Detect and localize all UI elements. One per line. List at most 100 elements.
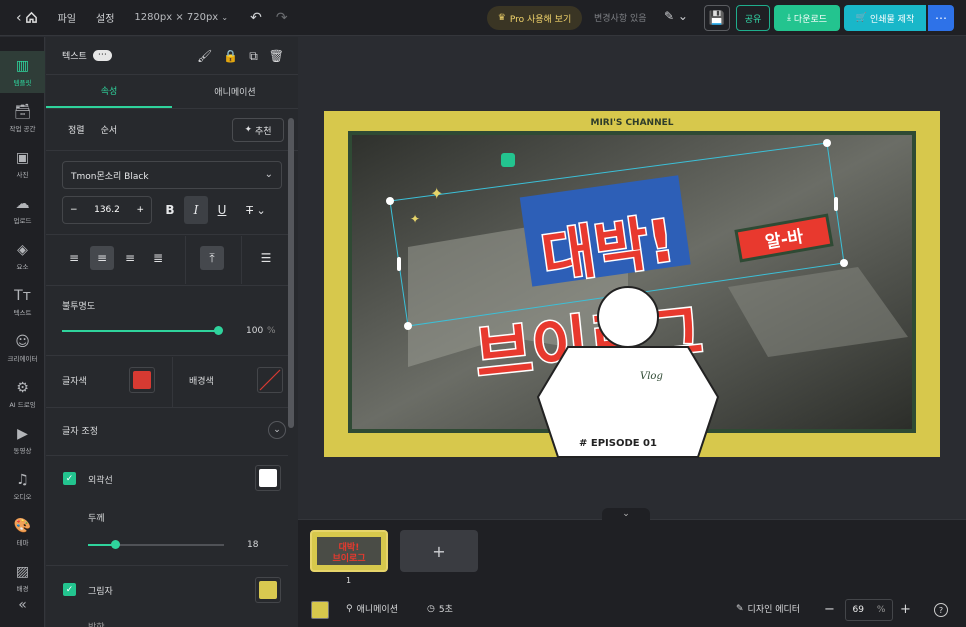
clock-icon: ◷	[427, 603, 435, 614]
collapse-pages-icon[interactable]: ⌄	[602, 508, 650, 520]
text-color-swatch[interactable]	[129, 367, 155, 393]
pen-dropdown-icon[interactable]: ✎ ⌄	[664, 9, 688, 23]
trash-icon[interactable]: 🗑	[269, 49, 284, 64]
nav-upload[interactable]: ☁ 업로드	[0, 189, 45, 231]
list-icon[interactable]: ☰	[254, 246, 278, 270]
canvas-size-dropdown[interactable]: 1280px × 720px ⌄	[134, 12, 228, 23]
more-options-icon[interactable]: ⋯	[92, 50, 112, 61]
character-head	[597, 286, 659, 348]
opacity-value: 100	[246, 326, 264, 336]
selection-handle[interactable]	[397, 257, 401, 271]
tab-animation[interactable]: 애니메이션	[172, 75, 298, 108]
text-adjust-label: 글자 조정	[62, 427, 98, 437]
cart-icon: 🛒	[855, 13, 867, 23]
menu-file[interactable]: 파일	[58, 10, 76, 25]
selection-handle[interactable]	[840, 259, 848, 267]
plus-icon[interactable]: +	[136, 205, 144, 215]
sparkle-icon: ✦	[430, 184, 443, 203]
vertical-align-top-icon[interactable]: ⤒	[200, 246, 224, 270]
nav-audio[interactable]: ♫ 오디오	[0, 465, 45, 507]
menu-settings[interactable]: 설정	[96, 10, 114, 25]
nav-theme[interactable]: 🎨 테마	[0, 511, 45, 553]
download-button[interactable]: ⤓ 다운로드	[774, 5, 840, 31]
help-icon[interactable]: ?	[934, 603, 948, 617]
font-family-select[interactable]: Tmon몬소리 Black ⌄	[62, 161, 282, 189]
print-order-button[interactable]: 🛒 인쇄물 제작	[844, 5, 926, 31]
creator-icon: ☺	[15, 333, 30, 350]
pro-label: Pro 사용해 보기	[509, 14, 572, 25]
minus-icon[interactable]: −	[70, 205, 78, 215]
save-icon[interactable]: 💾	[704, 5, 730, 31]
tab-properties[interactable]: 속성	[46, 75, 172, 108]
bold-button[interactable]: B	[158, 196, 182, 224]
elements-icon: ◈	[17, 241, 28, 258]
shadow-color-swatch[interactable]	[255, 577, 281, 603]
italic-button[interactable]: I	[184, 196, 208, 224]
outline-color-swatch[interactable]	[255, 465, 281, 491]
paint-format-icon[interactable]: 🖌	[197, 49, 212, 64]
sub-tab-align[interactable]: 정렬	[68, 123, 85, 136]
pen-icon: ✎	[736, 603, 744, 614]
nav-text[interactable]: Tт 텍스트	[0, 281, 45, 323]
nav-template[interactable]: ▥ 템플릿	[0, 51, 45, 93]
strikethrough-dropdown[interactable]: T ⌄	[238, 196, 274, 224]
shadow-checkbox[interactable]: ✓	[63, 583, 76, 596]
share-button[interactable]: 공유	[736, 5, 770, 31]
panel-scrollbar[interactable]	[288, 118, 294, 428]
outline-checkbox[interactable]: ✓	[63, 472, 76, 485]
lock-icon[interactable]: 🔒	[223, 49, 238, 64]
nav-label: AI 드로잉	[9, 400, 36, 409]
nav-photo[interactable]: ▣ 사진	[0, 143, 45, 185]
undo-icon[interactable]: ↶	[250, 10, 262, 26]
opacity-slider-handle[interactable]	[214, 326, 223, 335]
selection-handle[interactable]	[404, 322, 412, 330]
zoom-out-icon[interactable]: −	[824, 602, 835, 617]
zoom-in-icon[interactable]: +	[900, 602, 911, 617]
align-justify-icon[interactable]: ≣	[146, 246, 170, 270]
recommend-button[interactable]: ✦ 추천	[232, 118, 284, 142]
thickness-slider-track[interactable]	[114, 544, 224, 546]
panel-header: 텍스트 ⋯ 🖌 🔒 ⧉ 🗑	[46, 37, 298, 75]
selection-handle[interactable]	[386, 197, 394, 205]
underline-button[interactable]: U	[210, 196, 234, 224]
redo-icon[interactable]: ↷	[276, 10, 288, 26]
bg-color-swatch-none[interactable]	[257, 367, 283, 393]
zoom-value[interactable]: 69	[852, 605, 863, 615]
nav-creator[interactable]: ☺ 크리에이터	[0, 327, 45, 369]
selection-handle[interactable]	[834, 197, 838, 211]
nav-video[interactable]: ▶ 동영상	[0, 419, 45, 461]
sub-tab-order[interactable]: 순서	[101, 123, 118, 136]
align-center-icon[interactable]: ≡	[90, 246, 114, 270]
nav-label: 동영상	[13, 446, 32, 455]
font-size-value[interactable]: 136.2	[94, 205, 120, 215]
page-thumbnail[interactable]: 대박! 브이로그	[310, 530, 388, 572]
episode-text: # EPISODE 01	[579, 438, 657, 449]
animation-button[interactable]: ⚲ 애니메이션	[346, 602, 398, 616]
add-page-button[interactable]: +	[400, 530, 478, 572]
opacity-slider[interactable]	[62, 330, 218, 332]
collapse-nav-icon[interactable]: «	[0, 593, 45, 617]
duration-button[interactable]: ◷ 5초	[427, 602, 453, 616]
nav-workspace[interactable]: 🗃 작업 공간	[0, 97, 45, 139]
selection-handle[interactable]	[823, 139, 831, 147]
font-size-stepper[interactable]: − 136.2 +	[62, 196, 152, 224]
chevron-down-icon[interactable]: ⌄	[268, 421, 286, 439]
bottom-bar: ⌄ 대박! 브이로그 1 + ⚲ 애니메이션 ◷ 5초 ✎ 디자인 에디터 − 69%…	[298, 508, 966, 627]
align-right-icon[interactable]: ≡	[118, 246, 142, 270]
back-home-button[interactable]: ‹	[16, 10, 38, 26]
zoom-badge-icon[interactable]	[501, 153, 515, 167]
background-color-swatch[interactable]	[311, 601, 329, 619]
align-left-icon[interactable]: ≡	[62, 246, 86, 270]
nav-ai-drawing[interactable]: ⚙ AI 드로잉	[0, 373, 45, 415]
design-editor-button[interactable]: ✎ 디자인 에디터	[736, 602, 800, 616]
thickness-slider-handle[interactable]	[111, 540, 120, 549]
duplicate-icon[interactable]: ⧉	[249, 49, 258, 64]
design-canvas[interactable]: MIRI'S CHANNEL 대박! 브이로그 알-바 ✦ ✦ Vlog # E…	[298, 37, 966, 519]
pro-trial-button[interactable]: ♛ Pro 사용해 보기	[487, 6, 582, 30]
strikethrough-icon: T	[246, 203, 253, 217]
nav-elements[interactable]: ◈ 요소	[0, 235, 45, 277]
more-menu-button[interactable]: ⋯	[928, 5, 954, 31]
zoom-input[interactable]: 69%	[845, 599, 893, 621]
chevron-left-icon: ‹	[16, 9, 22, 26]
thumbnail-preview: 대박! 브이로그	[317, 537, 381, 565]
